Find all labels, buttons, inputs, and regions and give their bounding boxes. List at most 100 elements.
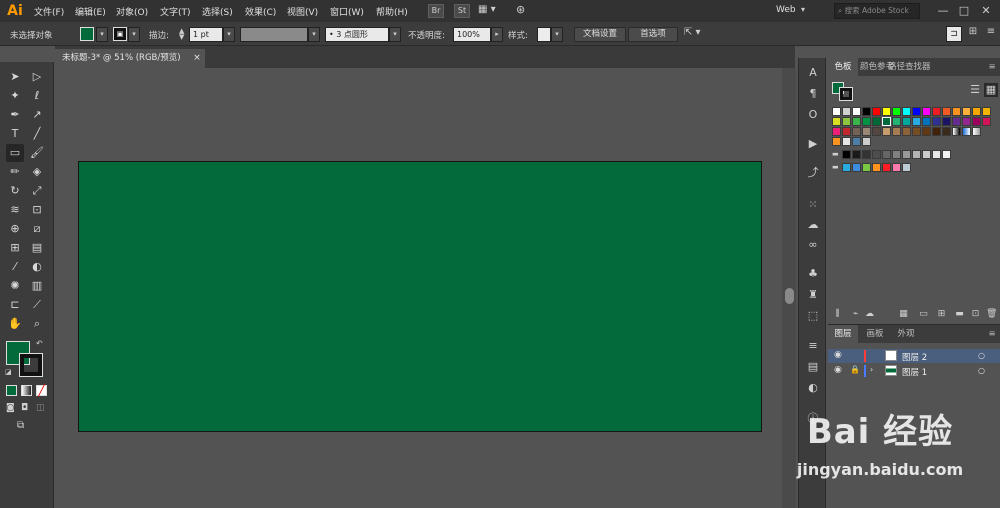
swatch[interactable] — [872, 127, 881, 136]
align-icon[interactable]: ⇱ ▾ — [684, 27, 710, 42]
swatch[interactable] — [852, 150, 861, 159]
swatch-gradient[interactable] — [972, 127, 981, 136]
swatch[interactable] — [922, 117, 931, 126]
swatch[interactable] — [832, 127, 841, 136]
preferences-button[interactable]: 首选项 — [628, 27, 678, 42]
pen-tool-icon[interactable]: ✒ — [6, 106, 24, 124]
swatch[interactable] — [882, 150, 891, 159]
actions-panel-icon[interactable]: ▶ — [804, 135, 822, 153]
document-tab[interactable]: 未标题-3* @ 51% (RGB/预览) × — [55, 49, 205, 68]
swatch[interactable] — [952, 107, 961, 116]
style-dropdown[interactable]: ▾ — [551, 27, 563, 42]
transform-panel-icon[interactable]: ⁙ — [804, 196, 822, 214]
swatch[interactable] — [842, 127, 851, 136]
vertical-scrollbar[interactable] — [782, 68, 796, 508]
layer-row[interactable]: ◉ 🔒 › 图层 1 ○ — [828, 364, 1000, 378]
free-transform-tool-icon[interactable]: ⊡ — [28, 201, 46, 219]
opentype-panel-icon[interactable]: O — [804, 106, 822, 124]
gradient-tool-icon[interactable]: ▤ — [28, 239, 46, 257]
stroke-weight-dropdown[interactable]: ▾ — [223, 27, 235, 42]
lasso-tool-icon[interactable]: ℓ — [28, 87, 46, 105]
tab-swatches[interactable]: 色板 — [828, 58, 858, 76]
color-mode-icon[interactable] — [6, 385, 17, 396]
symbol-sprayer-tool-icon[interactable]: ✺ — [6, 277, 24, 295]
swatch[interactable] — [922, 127, 931, 136]
swatch[interactable] — [872, 117, 881, 126]
swatch[interactable] — [922, 107, 931, 116]
scale-tool-icon[interactable]: ⤢ — [28, 182, 46, 200]
swatch[interactable] — [882, 107, 891, 116]
swatch[interactable] — [902, 150, 911, 159]
menu-view[interactable]: 视图(V) — [287, 5, 318, 18]
swatch[interactable] — [892, 163, 901, 172]
swatch-gradient[interactable] — [952, 127, 961, 136]
isolate-icon[interactable]: ⊐ — [946, 26, 962, 42]
swap-colors-icon[interactable]: ↶ — [36, 339, 46, 349]
menu-type[interactable]: 文字(T) — [160, 5, 191, 18]
magic-wand-tool-icon[interactable]: ✦ — [6, 87, 24, 105]
document-setup-button[interactable]: 文档设置 — [574, 27, 626, 42]
swatch[interactable] — [852, 163, 861, 172]
swatch[interactable] — [882, 127, 891, 136]
list-view-icon[interactable]: ☰ — [968, 83, 982, 97]
swatch[interactable] — [962, 107, 971, 116]
profile-dropdown[interactable]: ▾ — [308, 27, 320, 42]
menu-select[interactable]: 选择(S) — [202, 5, 233, 18]
menu-window[interactable]: 窗口(W) — [330, 5, 364, 18]
stroke-swatch[interactable]: ▣ — [113, 27, 127, 41]
symbols-panel-icon[interactable]: ♣ — [804, 265, 822, 283]
swatch-stroke-indicator[interactable] — [839, 87, 853, 101]
folder-icon[interactable]: ▬ — [832, 164, 840, 171]
swatch[interactable] — [912, 117, 921, 126]
export-panel-icon[interactable]: ⤴ — [804, 164, 822, 182]
scroll-thumb[interactable] — [785, 288, 794, 304]
pencil-tool-icon[interactable]: ✏ — [6, 163, 24, 181]
swatch[interactable] — [862, 117, 871, 126]
perspective-grid-tool-icon[interactable]: ⧄ — [28, 220, 46, 238]
eye-icon[interactable]: ◉ — [834, 350, 842, 360]
artboard-tool-icon[interactable]: ⊏ — [6, 296, 24, 314]
opacity-dropdown[interactable]: ▸ — [491, 27, 503, 42]
swatch[interactable] — [942, 127, 951, 136]
swatch[interactable] — [852, 107, 861, 116]
swatch[interactable] — [882, 163, 891, 172]
curvature-tool-icon[interactable]: ↗ — [28, 106, 46, 124]
target-icon[interactable]: ○ — [978, 366, 985, 375]
default-colors-icon[interactable]: ◪ — [5, 368, 13, 376]
warp-tool-icon[interactable]: ≋ — [6, 201, 24, 219]
swatch-selected[interactable] — [882, 117, 891, 126]
tab-color-guide[interactable]: 路径查找器 — [888, 58, 931, 76]
screen-mode-icon[interactable]: ⧉ — [17, 420, 35, 434]
type-tool-icon[interactable]: T — [6, 125, 24, 143]
tab-color[interactable]: 颜色参考 — [860, 58, 894, 76]
mesh-tool-icon[interactable]: ⊞ — [6, 239, 24, 257]
swatch[interactable] — [902, 117, 911, 126]
swatch[interactable] — [832, 117, 841, 126]
folder-icon[interactable]: ▬ — [954, 309, 965, 320]
hand-tool-icon[interactable]: ✋ — [6, 315, 24, 333]
swatch[interactable] — [842, 150, 851, 159]
swatch[interactable] — [892, 107, 901, 116]
show-swatch-kinds-icon[interactable]: ⌁ — [850, 309, 861, 320]
swatch[interactable] — [942, 107, 951, 116]
variable-width-profile[interactable] — [240, 27, 308, 42]
slice-tool-icon[interactable]: ⟋ — [28, 296, 46, 314]
delete-swatch-icon[interactable]: 🗑 — [986, 309, 997, 320]
info-panel-icon[interactable]: ⓘ — [804, 410, 822, 428]
shape-builder-tool-icon[interactable]: ⊕ — [6, 220, 24, 238]
swatch[interactable] — [872, 150, 881, 159]
close-icon[interactable]: ✕ — [978, 3, 994, 19]
layer-name[interactable]: 图层 1 — [902, 366, 927, 378]
swatch-options-icon[interactable]: ▦ — [898, 309, 909, 320]
lock-icon[interactable]: 🔒 — [850, 365, 860, 374]
swatch[interactable] — [972, 117, 981, 126]
opacity-field[interactable]: 100% — [453, 27, 491, 42]
swatch[interactable] — [852, 117, 861, 126]
swatch[interactable] — [892, 127, 901, 136]
new-color-group-icon[interactable]: ▭ — [918, 309, 929, 320]
expand-arrow-icon[interactable]: › — [870, 365, 873, 374]
eraser-tool-icon[interactable]: ◈ — [28, 163, 46, 181]
maximize-icon[interactable]: □ — [956, 3, 972, 19]
stock-button[interactable]: St — [454, 4, 470, 18]
menu-effect[interactable]: 效果(C) — [245, 5, 276, 18]
